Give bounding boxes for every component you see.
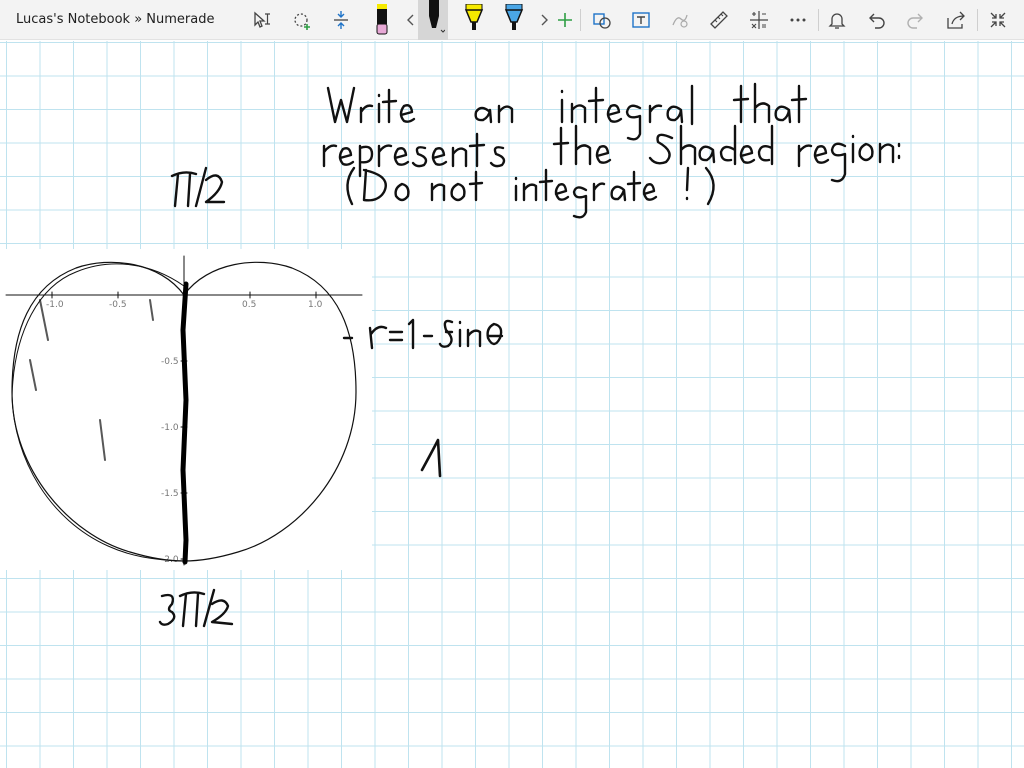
lasso-select-icon[interactable] — [248, 6, 276, 34]
toolbar-separator — [580, 9, 581, 31]
share-icon[interactable] — [942, 6, 970, 34]
window-title: Lucas's Notebook » Numerade — [16, 12, 215, 27]
ruler-icon[interactable] — [705, 6, 733, 34]
math-icon[interactable] — [745, 6, 773, 34]
insert-space-icon[interactable] — [327, 6, 355, 34]
title-bar: Lucas's Notebook » Numerade — [0, 0, 1024, 40]
pen-pink-icon[interactable] — [368, 4, 396, 35]
graph-image-background — [0, 249, 372, 570]
ink-to-shape-icon[interactable] — [588, 6, 616, 34]
highlighter-blue-icon[interactable] — [500, 4, 528, 34]
pen-black-icon[interactable] — [418, 0, 448, 40]
undo-icon[interactable] — [862, 6, 890, 34]
collapse-icon[interactable] — [984, 6, 1012, 34]
redo-icon — [902, 6, 930, 34]
add-pen-icon[interactable] — [551, 6, 579, 34]
toolbar-separator — [977, 9, 978, 31]
more-icon[interactable] — [784, 6, 812, 34]
ink-to-math-icon — [666, 6, 694, 34]
bell-icon[interactable] — [823, 6, 851, 34]
ink-to-text-icon[interactable] — [627, 6, 655, 34]
toolbar-separator — [818, 9, 819, 31]
add-shape-icon[interactable] — [288, 6, 316, 34]
highlighter-yellow-icon[interactable] — [460, 4, 488, 34]
